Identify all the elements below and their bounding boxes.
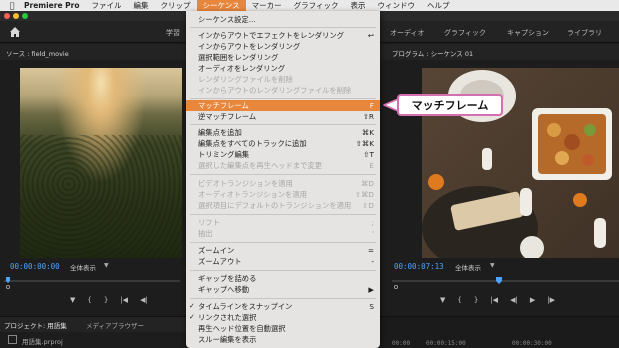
file-icon xyxy=(8,335,17,344)
menu-item-lift: リフト; xyxy=(198,218,374,227)
out-point-icon[interactable]: } xyxy=(474,296,478,304)
home-icon[interactable] xyxy=(8,25,22,39)
callout-arrow-icon xyxy=(383,98,398,112)
menu-app-name[interactable]: Premiere Pro xyxy=(20,0,86,11)
source-panel-header: ソース : field_movie xyxy=(0,44,190,60)
menu-marker[interactable]: マーカー xyxy=(246,0,288,11)
timeline-tick: 00:00 xyxy=(392,340,411,347)
menu-item-render-in-out[interactable]: インからアウトをレンダリング xyxy=(186,41,380,52)
out-point-icon[interactable]: } xyxy=(104,296,108,304)
menu-item-render-selection[interactable]: 選択範囲をレンダリング xyxy=(186,52,380,63)
step-back-icon[interactable]: ◀| xyxy=(510,296,518,304)
menu-item-snap-in-timeline[interactable]: ✓ タイムラインをスナップイン S xyxy=(186,301,380,312)
playhead-icon xyxy=(496,277,502,284)
program-panel-title[interactable]: プログラム : シーケンス 01 xyxy=(392,48,473,58)
go-to-in-icon[interactable]: |◀ xyxy=(490,296,498,304)
menu-item-linked-selection[interactable]: ✓ リンクされた選択 xyxy=(186,312,380,323)
workspace-tab-audio[interactable]: オーディオ xyxy=(390,28,425,38)
menu-edit[interactable]: 編集 xyxy=(128,0,155,11)
menu-separator xyxy=(190,242,376,243)
timeline-tick: 00:00:30:00 xyxy=(512,340,552,347)
menu-separator xyxy=(190,270,376,271)
menu-item-zoom-in[interactable]: ズームイン = xyxy=(186,245,380,256)
source-time-ruler[interactable] xyxy=(4,275,180,289)
chevron-down-icon[interactable]: ▼ xyxy=(104,262,109,269)
step-back-icon[interactable]: ◀| xyxy=(140,296,148,304)
mac-menubar:  Premiere Pro ファイル 編集 クリップ シーケンス マーカー グ… xyxy=(0,0,619,11)
menu-item-go-to-gap[interactable]: ギャップへ移動 ▶ xyxy=(186,284,380,295)
menu-sequence[interactable]: シーケンス xyxy=(196,0,246,11)
menu-view[interactable]: 表示 xyxy=(344,0,371,11)
workspace-tab-learning[interactable]: 学習 xyxy=(166,28,180,38)
menu-item-show-through-edits[interactable]: スルー編集を表示 xyxy=(186,334,380,345)
project-file-name[interactable]: 用語集.prproj xyxy=(22,336,63,346)
in-point-icon[interactable]: { xyxy=(457,296,461,304)
menu-item-match-frame[interactable]: マッチフレーム F xyxy=(186,100,380,111)
menu-item-sequence-settings[interactable]: シーケンス設定... xyxy=(186,14,380,25)
step-forward-icon[interactable]: |▶ xyxy=(547,296,555,304)
menu-separator xyxy=(190,298,376,299)
menu-clip[interactable]: クリップ xyxy=(155,0,197,11)
media-browser-tab[interactable]: メディアブラウザー xyxy=(86,320,144,330)
checkmark-icon: ✓ xyxy=(189,302,195,310)
close-window-button[interactable] xyxy=(4,13,10,19)
menu-item-add-edit-all-tracks[interactable]: 編集点をすべてのトラックに追加 ⇧⌘K xyxy=(186,138,380,149)
checkmark-icon: ✓ xyxy=(189,313,195,321)
program-transport-controls: ▼ { } |◀ ◀| ▶ |▶ xyxy=(440,294,619,306)
workspace-tab-libraries[interactable]: ライブラリ xyxy=(567,28,602,38)
match-frame-callout: マッチフレーム xyxy=(397,94,503,116)
menu-item-delete-render-files: レンダリングファイルを削除 xyxy=(198,75,293,84)
go-to-in-icon[interactable]: |◀ xyxy=(120,296,128,304)
source-video-frame xyxy=(20,68,182,258)
source-zoom-select[interactable]: 全体表示 xyxy=(70,262,96,272)
sequence-menu-dropdown: シーケンス設定... インからアウトでエフェクトをレンダリング ↩ インからアウト… xyxy=(186,11,380,348)
menu-separator xyxy=(190,124,376,125)
menu-item-add-edit[interactable]: 編集点を追加 ⌘K xyxy=(186,127,380,138)
workspace-tab-captions[interactable]: キャプション xyxy=(507,28,549,38)
play-icon[interactable]: ▶ xyxy=(530,296,535,304)
menu-item-apply-audio-transition: オーディオトランジションを適用 ⇧⌘D xyxy=(198,190,374,199)
menu-item-reverse-match-frame[interactable]: 逆マッチフレーム ⇧R xyxy=(186,111,380,122)
program-zoom-select[interactable]: 全体表示 xyxy=(455,262,481,272)
source-transport-controls: ▼ { } |◀ ◀| xyxy=(70,294,190,306)
submenu-arrow-icon: ▶ xyxy=(368,285,374,294)
apple-icon[interactable]:  xyxy=(4,1,20,10)
menu-separator xyxy=(190,98,376,99)
menu-item-close-gap[interactable]: ギャップを詰める xyxy=(186,273,380,284)
timeline-tick: 00:00:15:00 xyxy=(426,340,466,347)
in-point-icon[interactable]: { xyxy=(87,296,91,304)
menu-separator xyxy=(190,174,376,175)
source-timecode[interactable]: 00:00:00:00 xyxy=(10,262,60,271)
menu-window[interactable]: ウィンドウ xyxy=(371,0,421,11)
minimize-window-button[interactable] xyxy=(13,13,19,19)
menu-item-delete-render-files-in-out: インからアウトのレンダリングファイルを削除 xyxy=(198,86,352,95)
menu-help[interactable]: ヘルプ xyxy=(421,0,456,11)
menu-separator xyxy=(190,27,376,28)
menu-file[interactable]: ファイル xyxy=(86,0,128,11)
menu-item-extend-edit-to-playhead: 選択した編集点を再生ヘッドまで変更 E xyxy=(198,161,374,170)
menu-graphics[interactable]: グラフィック xyxy=(288,0,345,11)
menu-separator xyxy=(190,214,376,215)
project-panel-tab[interactable]: プロジェクト: 用語集 xyxy=(4,320,67,330)
source-panel-title[interactable]: ソース : field_movie xyxy=(6,48,69,58)
program-timecode[interactable]: 00:00:07:13 xyxy=(394,262,444,271)
menu-item-apply-default-transitions: 選択項目にデフォルトのトランジションを適用 ⇧D xyxy=(198,201,374,210)
marker-icon[interactable]: ▼ xyxy=(70,296,75,304)
marker-icon[interactable]: ▼ xyxy=(440,296,445,304)
menu-item-apply-video-transition: ビデオトランジションを適用 ⌘D xyxy=(198,179,374,188)
chevron-down-icon[interactable]: ▼ xyxy=(490,262,495,269)
menu-item-render-effects-in-out[interactable]: インからアウトでエフェクトをレンダリング ↩ xyxy=(186,30,380,41)
menu-item-zoom-out[interactable]: ズームアウト - xyxy=(186,256,380,267)
workspace-tab-graphics[interactable]: グラフィック xyxy=(444,28,486,38)
timeline-panel[interactable] xyxy=(380,316,619,348)
playhead-icon xyxy=(6,277,10,283)
zoom-window-button[interactable] xyxy=(22,13,28,19)
program-time-ruler[interactable] xyxy=(392,275,619,289)
menu-item-extract: 抽出 ' xyxy=(198,229,374,238)
menu-item-selection-follows-playhead[interactable]: 再生ヘッド位置を自動選択 xyxy=(186,323,380,334)
menu-item-trim-edit[interactable]: トリミング編集 ⇧T xyxy=(186,149,380,160)
menu-item-render-audio[interactable]: オーディオをレンダリング xyxy=(186,63,380,74)
